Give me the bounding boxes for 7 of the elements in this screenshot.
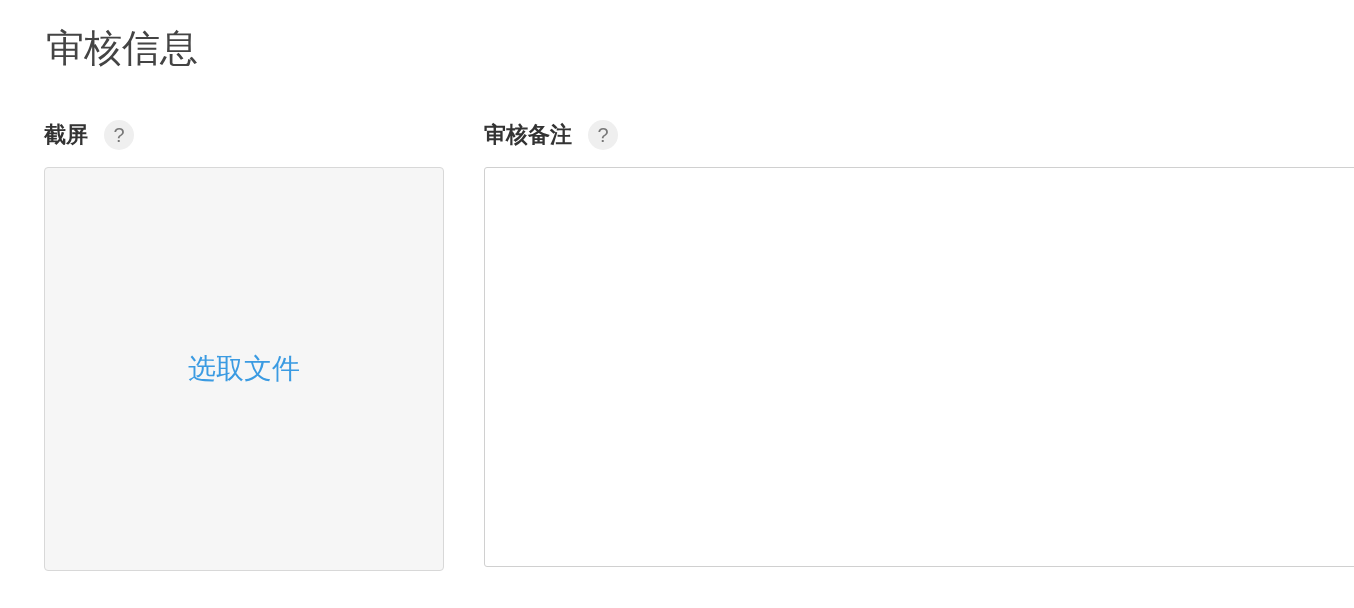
field-label: 审核备注 [484, 121, 572, 149]
help-icon[interactable]: ? [588, 119, 618, 150]
section-title: 审核信息 [46, 26, 199, 71]
help-icon[interactable]: ? [104, 119, 134, 150]
notes-field[interactable] [484, 167, 1354, 567]
choose-file-button[interactable]: 选取文件 [44, 167, 444, 571]
field-label: 截屏 [44, 121, 88, 149]
